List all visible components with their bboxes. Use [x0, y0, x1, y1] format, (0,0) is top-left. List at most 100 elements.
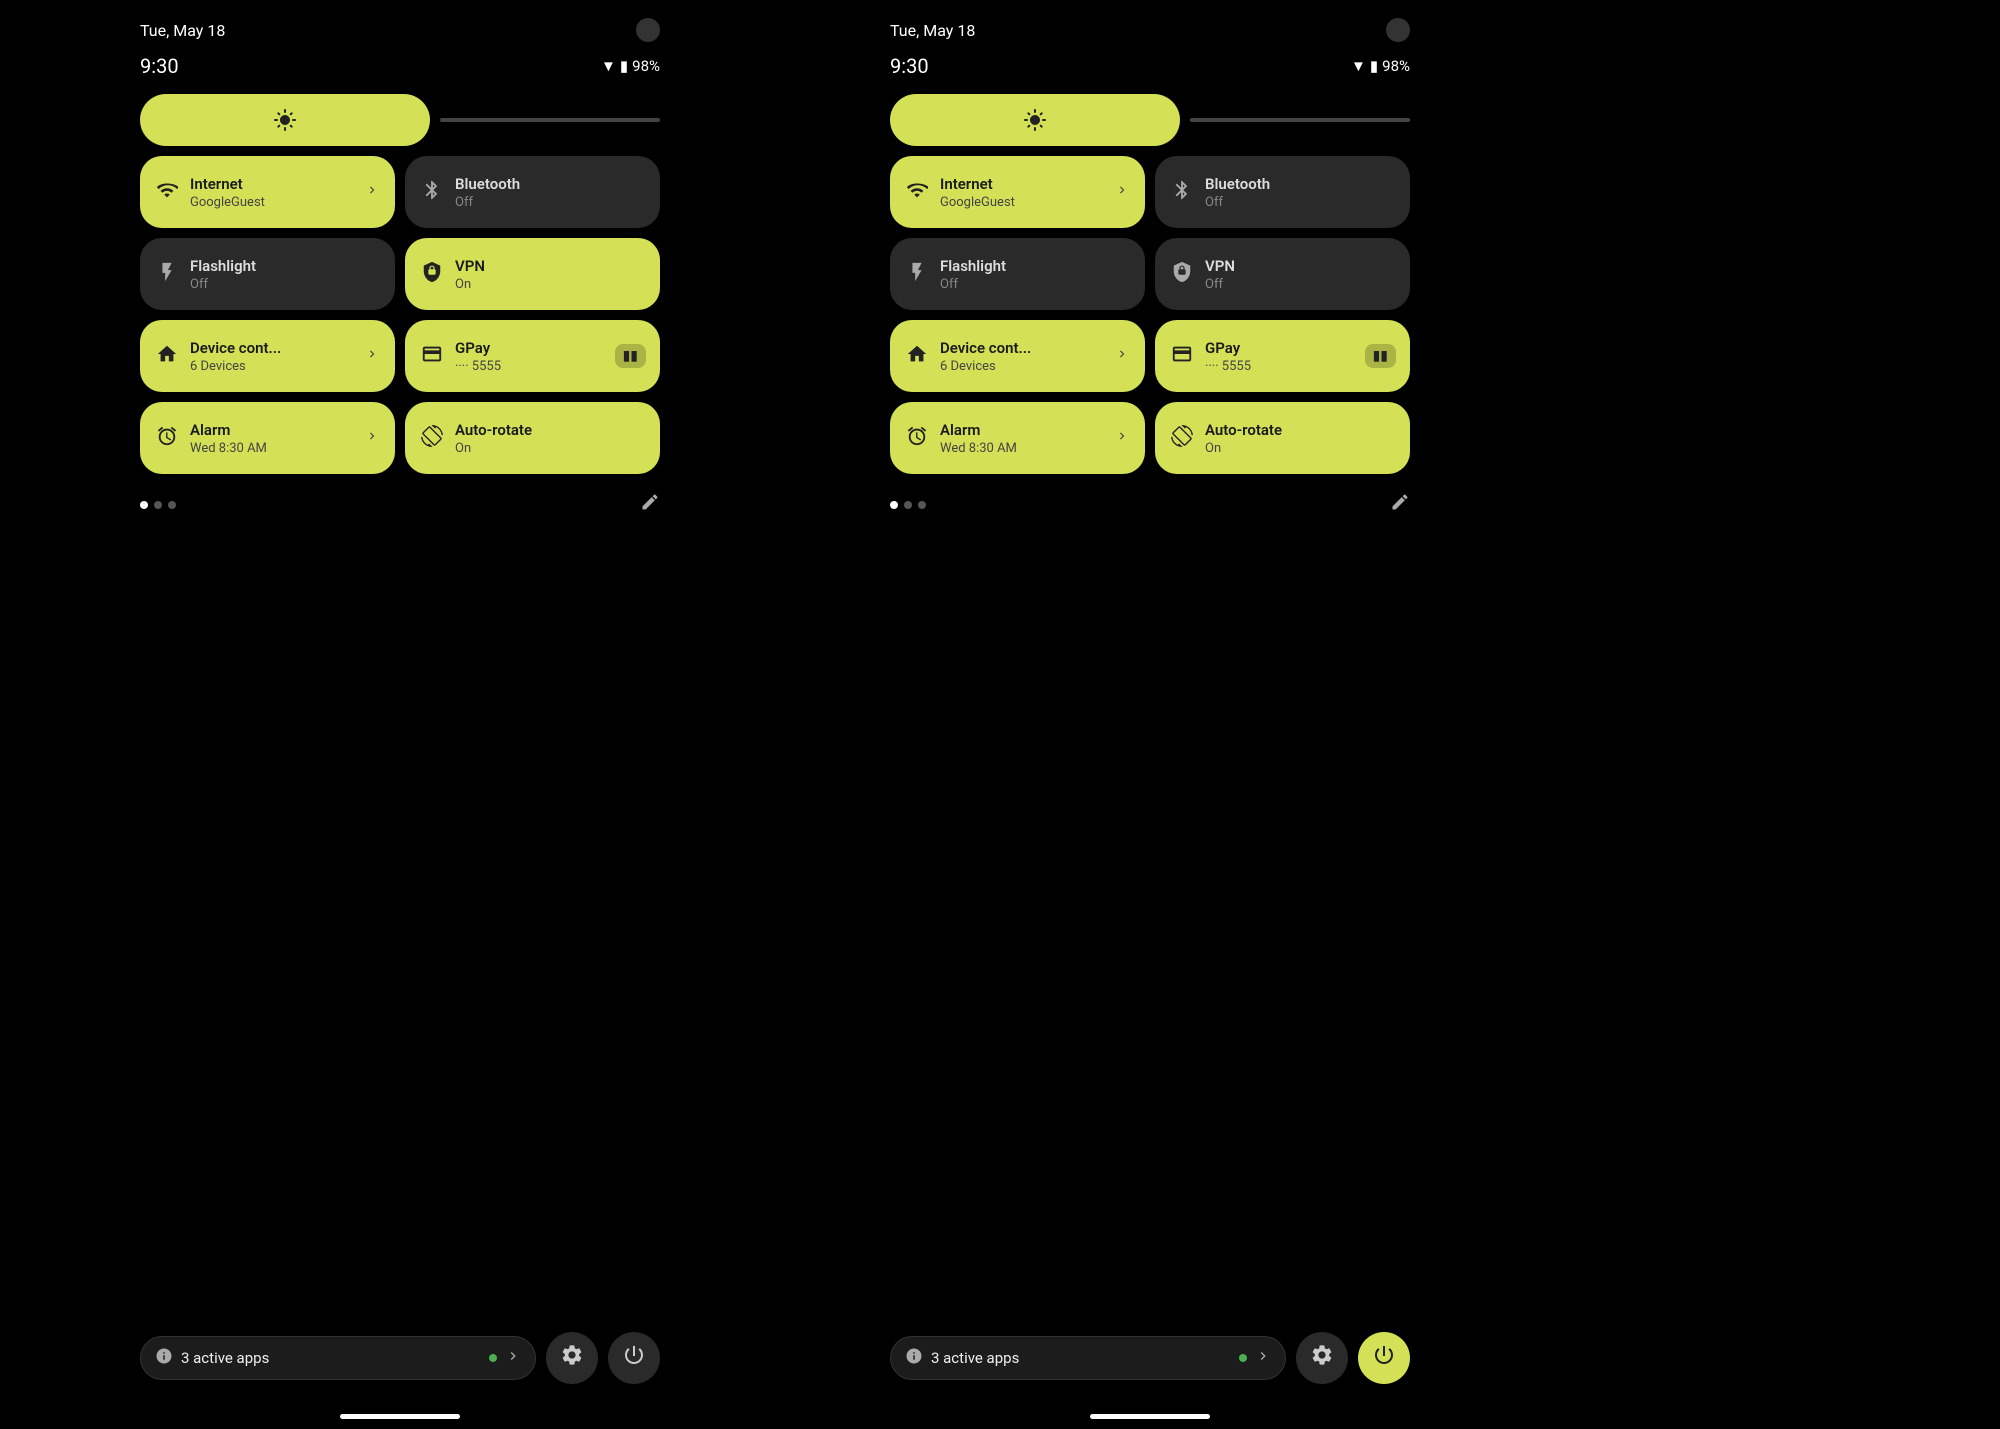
bottom-bar: 3 active apps — [140, 1332, 660, 1414]
wifi-icon — [156, 179, 178, 206]
tile-vpn-subtitle: On — [455, 277, 644, 292]
home-indicator — [1090, 1414, 1210, 1419]
tile-autorotate[interactable]: Auto-rotate On — [1155, 402, 1410, 474]
tile-autorotate-title: Auto-rotate — [1205, 421, 1394, 439]
tile-vpn[interactable]: VPN On — [405, 238, 660, 310]
page-dot-1[interactable] — [904, 501, 912, 509]
camera-pill — [1386, 18, 1410, 42]
tile-gpay[interactable]: GPay···· 5555▮▮ — [1155, 320, 1410, 392]
brightness-row — [140, 94, 660, 146]
brightness-pill[interactable] — [140, 94, 430, 146]
tile-vpn-title: VPN — [1205, 257, 1394, 275]
tile-vpn-title: VPN — [455, 257, 644, 275]
tile-alarm-text: Alarm Wed 8:30 AM — [190, 421, 353, 456]
status-bar: Tue, May 18 — [890, 0, 1410, 50]
wifi-status-icon: ▼ — [1351, 57, 1366, 75]
tile-vpn-subtitle: Off — [1205, 277, 1394, 292]
tile-bluetooth-title: Bluetooth — [455, 175, 644, 193]
phone-panel-left: Tue, May 189:30▼▮98%InternetGoogleGuestB… — [100, 0, 700, 1429]
tile-internet[interactable]: InternetGoogleGuest — [890, 156, 1145, 228]
tile-badge: ▮▮ — [1365, 344, 1396, 368]
brightness-slider[interactable] — [1190, 118, 1410, 122]
wifi-icon — [906, 179, 928, 206]
page-dots — [890, 501, 926, 509]
page-dot-2[interactable] — [918, 501, 926, 509]
power-button[interactable] — [608, 1332, 660, 1384]
tile-bluetooth[interactable]: BluetoothOff — [405, 156, 660, 228]
quick-settings-grid: InternetGoogleGuestBluetoothOffFlashligh… — [890, 156, 1410, 474]
autorotate-icon — [421, 425, 443, 452]
chevron-right-icon — [1115, 183, 1129, 201]
status-time: 9:30 — [890, 54, 929, 78]
tile-bluetooth[interactable]: BluetoothOff — [1155, 156, 1410, 228]
active-apps-count: 3 active apps — [931, 1349, 1231, 1367]
tile-flashlight-title: Flashlight — [190, 257, 379, 275]
settings-button[interactable] — [546, 1332, 598, 1384]
tile-autorotate-text: Auto-rotate On — [1205, 421, 1394, 456]
edit-icon[interactable] — [1390, 492, 1410, 517]
tile-alarm[interactable]: AlarmWed 8:30 AM — [890, 402, 1145, 474]
tile-vpn[interactable]: VPN Off — [1155, 238, 1410, 310]
chevron-right-icon — [1115, 347, 1129, 365]
chevron-right-icon — [365, 347, 379, 365]
battery-percent: 98% — [1382, 57, 1410, 75]
device-icon — [906, 343, 928, 370]
gpay-icon — [1171, 343, 1193, 370]
brightness-pill[interactable] — [890, 94, 1180, 146]
active-indicator-dot — [1239, 1354, 1247, 1362]
brightness-slider[interactable] — [440, 118, 660, 122]
status-time: 9:30 — [140, 54, 179, 78]
dots-row — [890, 484, 1410, 533]
settings-button[interactable] — [1296, 1332, 1348, 1384]
tile-device-text: Device cont...6 Devices — [940, 339, 1103, 374]
tile-device[interactable]: Device cont...6 Devices — [140, 320, 395, 392]
battery-icon: ▮ — [620, 57, 628, 75]
power-button[interactable] — [1358, 1332, 1410, 1384]
tile-flashlight-text: FlashlightOff — [190, 257, 379, 292]
tile-bluetooth-title: Bluetooth — [1205, 175, 1394, 193]
apps-chevron-icon — [505, 1348, 521, 1368]
camera-pill — [636, 18, 660, 42]
settings-gear-icon — [560, 1343, 584, 1373]
active-apps-pill[interactable]: 3 active apps — [140, 1336, 536, 1380]
page-dot-1[interactable] — [154, 501, 162, 509]
tile-flashlight-text: FlashlightOff — [940, 257, 1129, 292]
dots-row — [140, 484, 660, 533]
tile-alarm-subtitle: Wed 8:30 AM — [190, 441, 353, 456]
power-icon — [1372, 1343, 1396, 1373]
tile-alarm-title: Alarm — [190, 421, 353, 439]
info-icon — [155, 1347, 173, 1369]
device-icon — [156, 343, 178, 370]
bluetooth-icon — [421, 179, 443, 206]
status-date: Tue, May 18 — [140, 21, 225, 40]
tile-gpay[interactable]: GPay···· 5555▮▮ — [405, 320, 660, 392]
tile-internet-title: Internet — [190, 175, 353, 193]
tile-vpn-text: VPN Off — [1205, 257, 1394, 292]
phone-panel-right: Tue, May 18 9:30 ▼▮98% InternetGoogleGuest B… — [850, 0, 1450, 1429]
tile-internet-subtitle: GoogleGuest — [190, 195, 353, 210]
tile-internet[interactable]: Internet GoogleGuest — [140, 156, 395, 228]
alarm-icon — [906, 425, 928, 452]
tile-flashlight[interactable]: FlashlightOff — [140, 238, 395, 310]
page-dot-0[interactable] — [890, 501, 898, 509]
edit-icon[interactable] — [640, 492, 660, 517]
settings-gear-icon — [1310, 1343, 1334, 1373]
nav-bar — [890, 1414, 1410, 1429]
page-dot-2[interactable] — [168, 501, 176, 509]
active-apps-pill[interactable]: 3 active apps — [890, 1336, 1286, 1380]
battery-icon: ▮ — [1370, 57, 1378, 75]
tile-autorotate[interactable]: Auto-rotateOn — [405, 402, 660, 474]
info-icon — [905, 1347, 923, 1369]
tile-internet-text: InternetGoogleGuest — [940, 175, 1103, 210]
tile-flashlight[interactable]: FlashlightOff — [890, 238, 1145, 310]
page-dot-0[interactable] — [140, 501, 148, 509]
tile-alarm[interactable]: Alarm Wed 8:30 AM — [140, 402, 395, 474]
tile-autorotate-subtitle: On — [1205, 441, 1394, 456]
tile-vpn-text: VPN On — [455, 257, 644, 292]
tile-autorotate-title: Auto-rotate — [455, 421, 644, 439]
battery-percent: 98% — [632, 57, 660, 75]
tile-device[interactable]: Device cont...6 Devices — [890, 320, 1145, 392]
flashlight-icon — [906, 261, 928, 288]
tile-device-text: Device cont...6 Devices — [190, 339, 353, 374]
tile-alarm-subtitle: Wed 8:30 AM — [940, 441, 1103, 456]
